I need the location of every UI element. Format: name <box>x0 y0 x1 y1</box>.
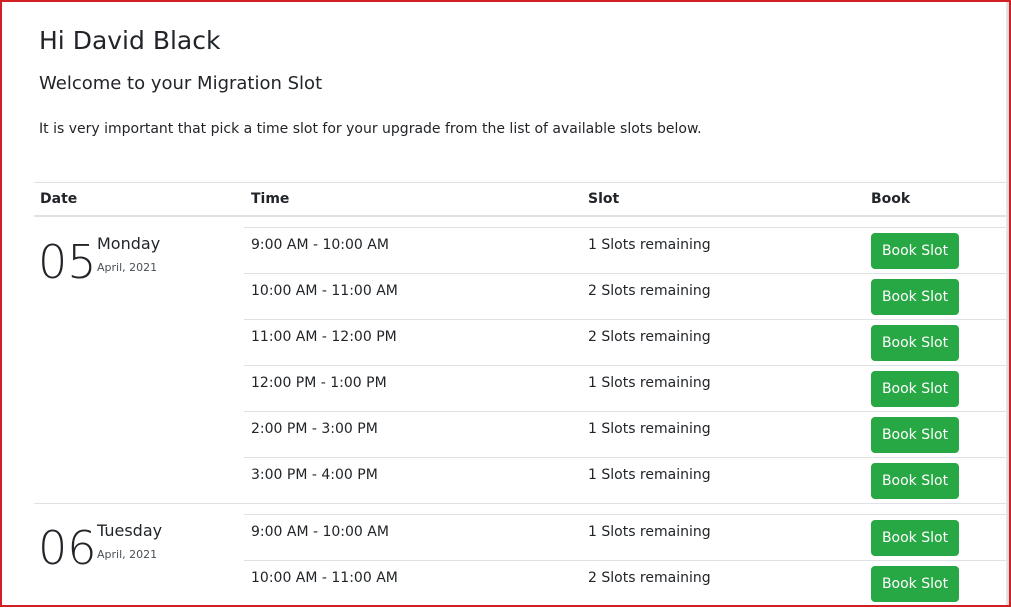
slot-row: 9:00 AM - 10:00 AM 1 Slots remaining Boo… <box>244 514 1006 561</box>
slot-remaining: 2 Slots remaining <box>588 329 711 345</box>
slot-row: 10:00 AM - 11:00 AM 2 Slots remaining Bo… <box>244 560 1006 607</box>
slot-time: 10:00 AM - 11:00 AM <box>251 570 398 586</box>
day-month-year: April, 2021 <box>97 548 158 561</box>
book-slot-button[interactable]: Book Slot <box>871 417 959 453</box>
window-edge-shadow <box>1006 0 1011 607</box>
slot-row: 10:00 AM - 11:00 AM 2 Slots remaining Bo… <box>244 273 1006 320</box>
intro-text: It is very important that pick a time sl… <box>39 121 702 137</box>
book-slot-button[interactable]: Book Slot <box>871 371 959 407</box>
book-slot-button[interactable]: Book Slot <box>871 566 959 602</box>
day-month-year: April, 2021 <box>97 261 158 274</box>
slot-row: 2:00 PM - 3:00 PM 1 Slots remaining Book… <box>244 411 1006 458</box>
greeting-title: Hi David Black <box>39 26 221 55</box>
day-number: 05 <box>38 235 97 289</box>
day-group-tuesday: 06 Tuesday April, 2021 9:00 AM - 10:00 A… <box>34 504 1006 614</box>
slot-time: 3:00 PM - 4:00 PM <box>251 467 378 483</box>
slot-time: 12:00 PM - 1:00 PM <box>251 375 387 391</box>
table-header: Date Time Slot Book <box>34 182 1006 217</box>
book-slot-button[interactable]: Book Slot <box>871 233 959 269</box>
slot-row: 3:00 PM - 4:00 PM 1 Slots remaining Book… <box>244 457 1006 504</box>
slot-remaining: 1 Slots remaining <box>588 237 711 253</box>
header-date: Date <box>40 191 78 207</box>
slot-remaining: 2 Slots remaining <box>588 570 711 586</box>
day-group-monday: 05 Monday April, 2021 9:00 AM - 10:00 AM… <box>34 217 1006 504</box>
book-slot-button[interactable]: Book Slot <box>871 463 959 499</box>
slot-remaining: 2 Slots remaining <box>588 283 711 299</box>
header-time: Time <box>251 191 290 207</box>
book-slot-button[interactable]: Book Slot <box>871 279 959 315</box>
slot-remaining: 1 Slots remaining <box>588 421 711 437</box>
day-number: 06 <box>38 521 97 575</box>
slot-row: 9:00 AM - 10:00 AM 1 Slots remaining Boo… <box>244 227 1006 274</box>
slot-time: 10:00 AM - 11:00 AM <box>251 283 398 299</box>
day-weekday: Tuesday <box>97 521 163 540</box>
header-slot: Slot <box>588 191 620 207</box>
slot-time: 11:00 AM - 12:00 PM <box>251 329 397 345</box>
slot-time: 9:00 AM - 10:00 AM <box>251 524 389 540</box>
slots-table: Date Time Slot Book 05 Monday April, 202… <box>34 182 1006 614</box>
slot-remaining: 1 Slots remaining <box>588 524 711 540</box>
slot-remaining: 1 Slots remaining <box>588 375 711 391</box>
slot-time: 2:00 PM - 3:00 PM <box>251 421 378 437</box>
slot-row: 11:00 AM - 12:00 PM 2 Slots remaining Bo… <box>244 319 1006 366</box>
slot-row: 12:00 PM - 1:00 PM 1 Slots remaining Boo… <box>244 365 1006 412</box>
slot-remaining: 1 Slots remaining <box>588 467 711 483</box>
book-slot-button[interactable]: Book Slot <box>871 325 959 361</box>
welcome-subtitle: Welcome to your Migration Slot <box>39 73 323 94</box>
book-slot-button[interactable]: Book Slot <box>871 520 959 556</box>
day-weekday: Monday <box>97 234 161 253</box>
slot-time: 9:00 AM - 10:00 AM <box>251 237 389 253</box>
header-book: Book <box>871 191 911 207</box>
